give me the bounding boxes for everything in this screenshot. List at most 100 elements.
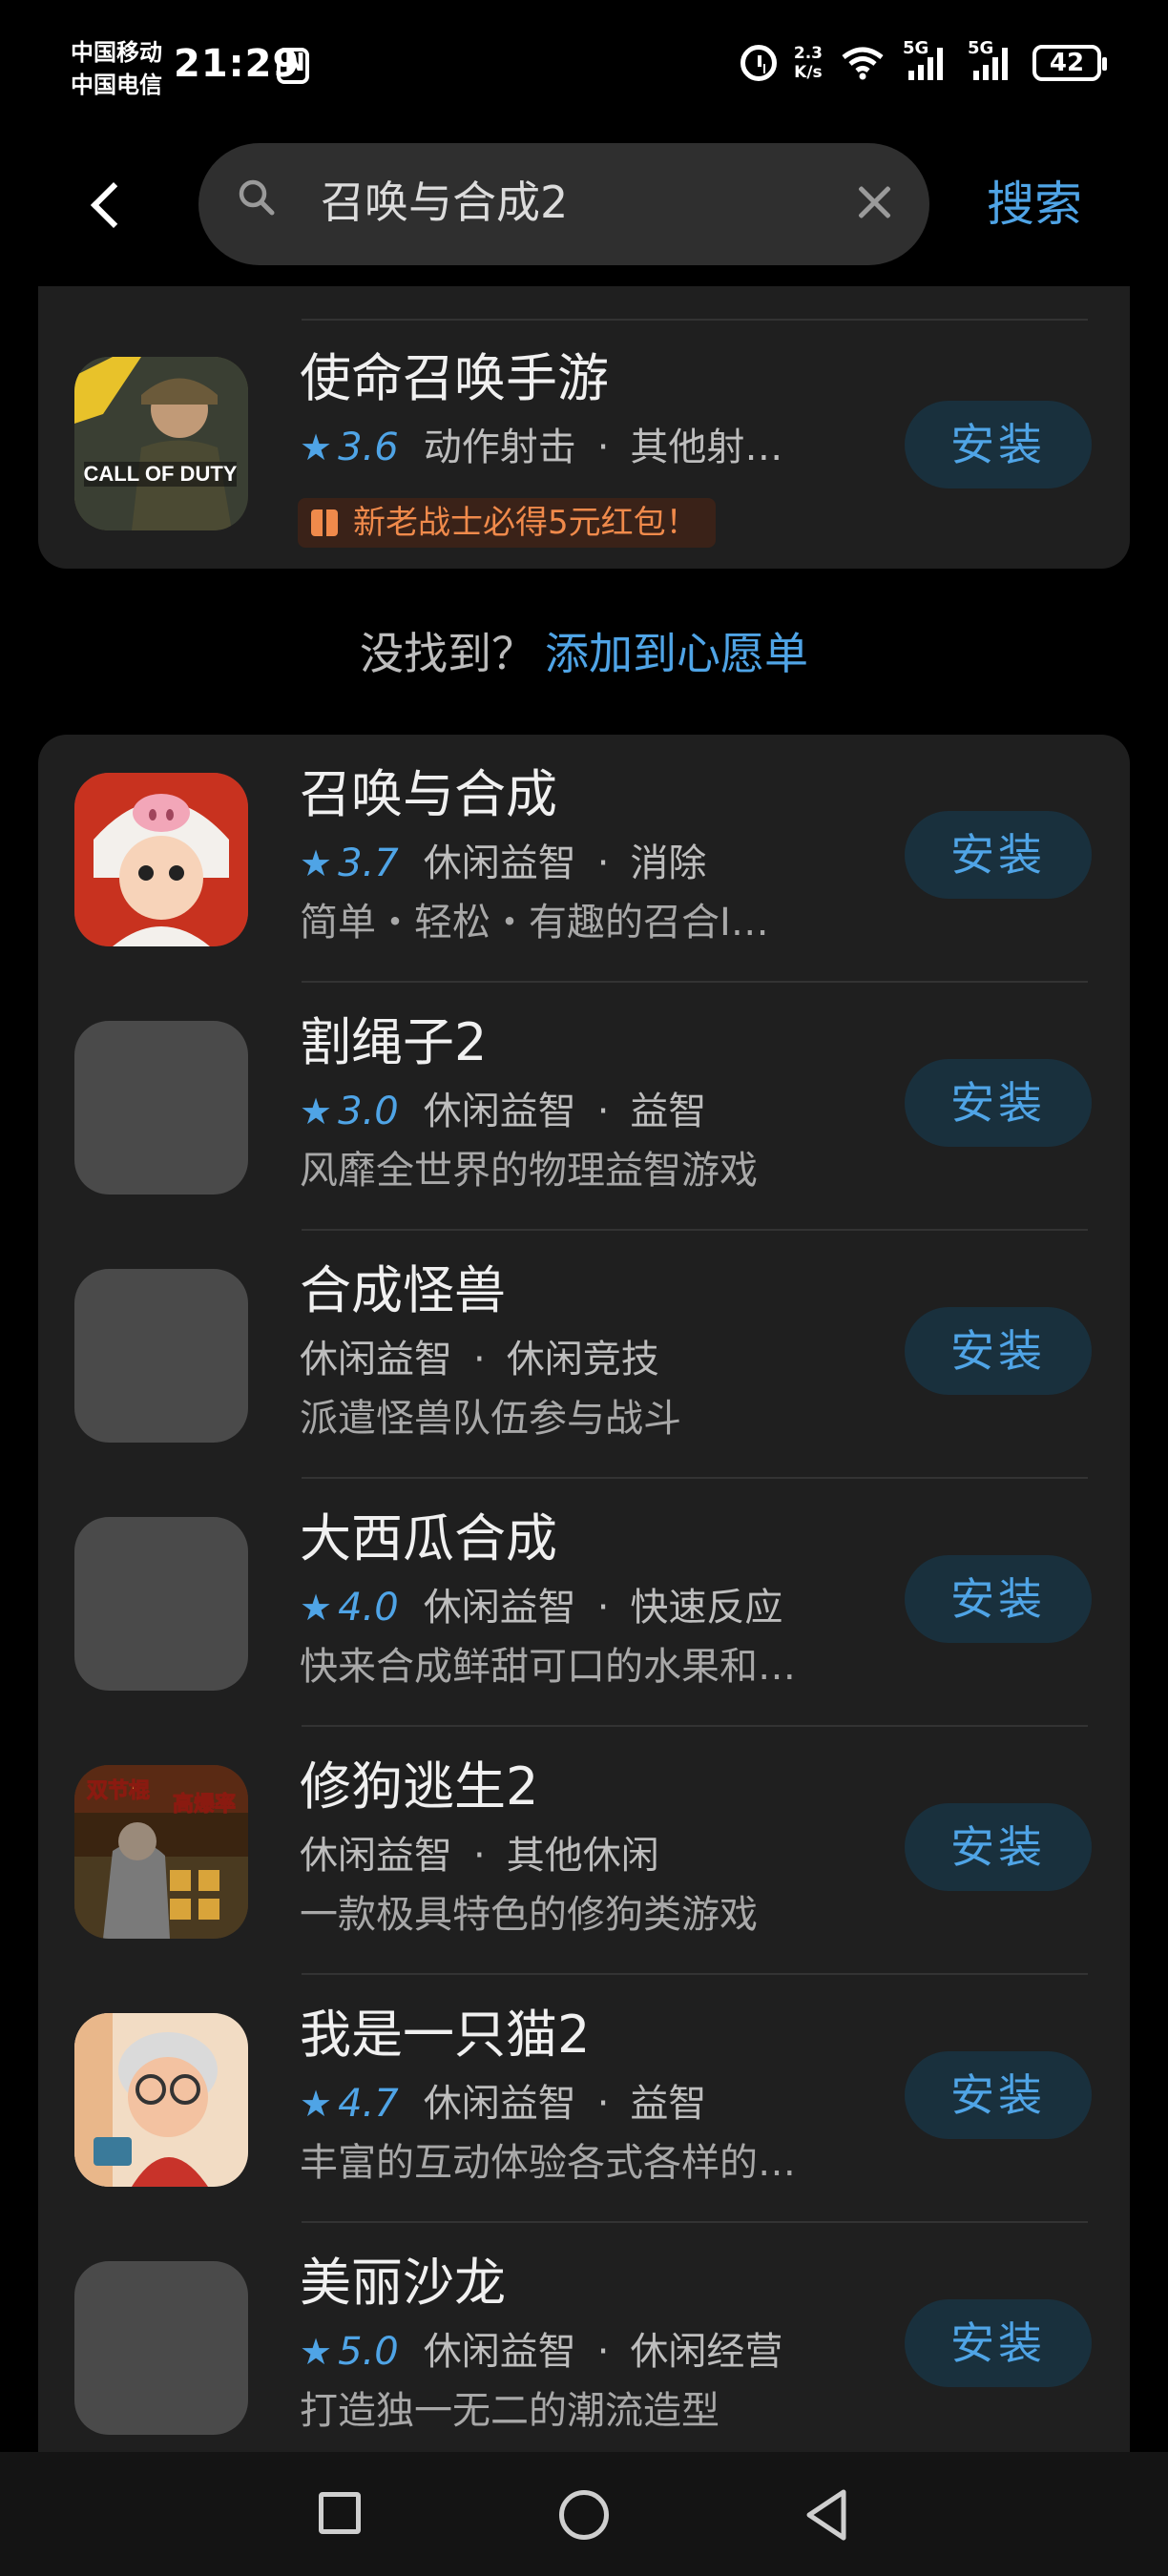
app-category: 休闲益智: [423, 2082, 576, 2126]
separator-dot: ·: [596, 2082, 610, 2126]
star-icon: ★: [300, 1091, 333, 1132]
app-name: 召唤与合成: [300, 764, 557, 824]
app-category: 休闲益智: [423, 841, 576, 885]
app-icon-dog-escape[interactable]: 双节棍 高爆率: [74, 1765, 248, 1939]
list-item[interactable]: 美丽沙龙 ★ 5.0 休闲益智 · 休闲经营 打造独一无二的潮流造型 安装: [38, 2223, 1130, 2452]
app-category: 休闲益智: [300, 1338, 452, 1381]
app-description: 一款极具特色的修狗类游戏: [300, 1893, 758, 1937]
home-button[interactable]: [559, 2490, 609, 2540]
app-icon-placeholder[interactable]: [74, 2261, 248, 2435]
signal-icon-2: 5G: [968, 38, 1015, 80]
back-nav-button[interactable]: [803, 2488, 851, 2542]
separator-dot: ·: [596, 1586, 610, 1630]
star-icon: ★: [300, 1587, 333, 1629]
app-subcategory: 益智: [630, 2082, 707, 2126]
search-input[interactable]: 召唤与合成2: [198, 143, 929, 265]
app-description: 打造独一无二的潮流造型: [300, 2389, 720, 2433]
app-name: 割绳子2: [300, 1012, 488, 1072]
network-type-1: 5G: [903, 38, 929, 58]
promo-text: 新老战士必得5元红包！: [353, 504, 699, 542]
clear-icon[interactable]: [853, 181, 895, 223]
install-button[interactable]: 安装: [905, 1059, 1092, 1147]
app-icon-placeholder[interactable]: [74, 1517, 248, 1691]
not-found-prompt: 没找到？ 添加到心愿单: [0, 620, 1168, 687]
back-button[interactable]: [82, 172, 139, 239]
install-button[interactable]: 安装: [905, 1555, 1092, 1643]
app-subcategory: 益智: [630, 1090, 707, 1133]
promo-badge[interactable]: 新老战士必得5元红包！: [298, 498, 716, 548]
separator-dot: ·: [596, 426, 610, 469]
network-type-2: 5G: [968, 38, 994, 58]
top-result-card: CALL OF DUTY 使命召唤手游 ★ 3.6 动作射击 · 其他射… 新老…: [38, 286, 1130, 569]
not-found-question: 没找到？: [360, 628, 535, 679]
app-icon-call-of-duty[interactable]: CALL OF DUTY: [74, 357, 248, 530]
separator-dot: ·: [596, 1090, 610, 1133]
app-name: 使命召唤手游: [300, 348, 609, 408]
signal-icon-1: 5G: [903, 38, 950, 80]
app-subcategory: 休闲竞技: [506, 1338, 659, 1381]
carrier-2: 中国电信: [71, 72, 162, 98]
svg-text:高爆率: 高爆率: [173, 1792, 236, 1817]
app-rating: 3.7: [338, 841, 399, 885]
app-rating: 4.0: [338, 1586, 399, 1630]
install-button[interactable]: 安装: [905, 401, 1092, 488]
app-name: 修狗逃生2: [300, 1756, 539, 1817]
install-button[interactable]: 安装: [905, 811, 1092, 899]
app-meta: 休闲益智 · 休闲竞技: [300, 1334, 659, 1385]
network-speed-value: 2.3: [793, 44, 823, 63]
app-category: 休闲益智: [423, 1586, 576, 1630]
app-category: 休闲益智: [423, 2330, 576, 2374]
star-icon: ★: [300, 2331, 333, 2373]
app-icon-summon-merge[interactable]: [74, 773, 248, 946]
separator-dot: ·: [473, 1834, 486, 1878]
app-meta: ★ 4.0 休闲益智 · 快速反应: [300, 1582, 782, 1633]
app-meta: 休闲益智 · 其他休闲: [300, 1830, 659, 1881]
list-item[interactable]: 大西瓜合成 ★ 4.0 休闲益智 · 快速反应 快来合成鲜甜可口的水果和… 安装: [38, 1479, 1130, 1727]
search-button[interactable]: 搜索: [987, 176, 1082, 233]
results-list: 召唤与合成 ★ 3.7 休闲益智 · 消除 简单・轻松・有趣的召合I… 安装 割…: [38, 735, 1130, 2452]
install-button[interactable]: 安装: [905, 1803, 1092, 1891]
carrier-info: 中国移动 中国电信: [71, 36, 162, 101]
app-rating: 5.0: [338, 2330, 399, 2374]
star-icon: ★: [300, 842, 333, 884]
separator-dot: ·: [473, 1338, 486, 1381]
app-icon-cat-2[interactable]: [74, 2013, 248, 2187]
network-speed: 2.3 K/s: [794, 44, 823, 82]
app-icon-placeholder[interactable]: [74, 1021, 248, 1195]
app-description: 简单・轻松・有趣的召合I…: [300, 901, 769, 945]
recent-apps-button[interactable]: [319, 2492, 361, 2534]
battery-icon: 42: [1032, 45, 1107, 81]
app-category: 休闲益智: [423, 1090, 576, 1133]
app-rating: 4.7: [338, 2082, 399, 2126]
app-description: 风靡全世界的物理益智游戏: [300, 1149, 758, 1193]
app-meta: ★ 5.0 休闲益智 · 休闲经营: [300, 2326, 782, 2378]
gift-icon: [311, 509, 338, 536]
app-subcategory: 消除: [630, 841, 707, 885]
app-subcategory: 快速反应: [630, 1586, 783, 1630]
svg-text:CALL OF DUTY: CALL OF DUTY: [84, 462, 238, 486]
list-item[interactable]: 割绳子2 ★ 3.0 休闲益智 · 益智 风靡全世界的物理益智游戏 安装: [38, 983, 1130, 1231]
add-to-wishlist-link[interactable]: 添加到心愿单: [545, 628, 808, 679]
navigation-bar: [0, 2452, 1168, 2576]
install-button[interactable]: 安装: [905, 2051, 1092, 2139]
list-item[interactable]: 召唤与合成 ★ 3.7 休闲益智 · 消除 简单・轻松・有趣的召合I… 安装: [38, 735, 1130, 983]
separator-dot: ·: [596, 2330, 610, 2374]
list-item[interactable]: CALL OF DUTY 使命召唤手游 ★ 3.6 动作射击 · 其他射… 新老…: [38, 305, 1130, 553]
app-name: 我是一只猫2: [300, 2005, 591, 2065]
alarm-icon: [740, 45, 777, 81]
network-speed-unit: K/s: [794, 63, 823, 82]
app-subcategory: 其他休闲: [506, 1834, 659, 1878]
status-icons: 2.3 K/s 5G 5G 42: [740, 38, 1107, 82]
app-name: 合成怪兽: [300, 1260, 506, 1320]
install-button[interactable]: 安装: [905, 2299, 1092, 2387]
app-meta: ★ 4.7 休闲益智 · 益智: [300, 2078, 706, 2129]
install-button[interactable]: 安装: [905, 1307, 1092, 1395]
star-icon: ★: [300, 2083, 333, 2125]
list-item[interactable]: 我是一只猫2 ★ 4.7 休闲益智 · 益智 丰富的互动体验各式各样的… 安装: [38, 1975, 1130, 2223]
search-query[interactable]: 召唤与合成2: [321, 174, 568, 231]
app-icon-placeholder[interactable]: [74, 1269, 248, 1443]
search-icon: [239, 179, 275, 216]
list-item[interactable]: 双节棍 高爆率 修狗逃生2 休闲益智 · 其他休闲 一款极具特色的修狗类游戏 安…: [38, 1727, 1130, 1975]
list-item[interactable]: 合成怪兽 休闲益智 · 休闲竞技 派遣怪兽队伍参与战斗 安装: [38, 1231, 1130, 1479]
app-name: 美丽沙龙: [300, 2253, 506, 2313]
